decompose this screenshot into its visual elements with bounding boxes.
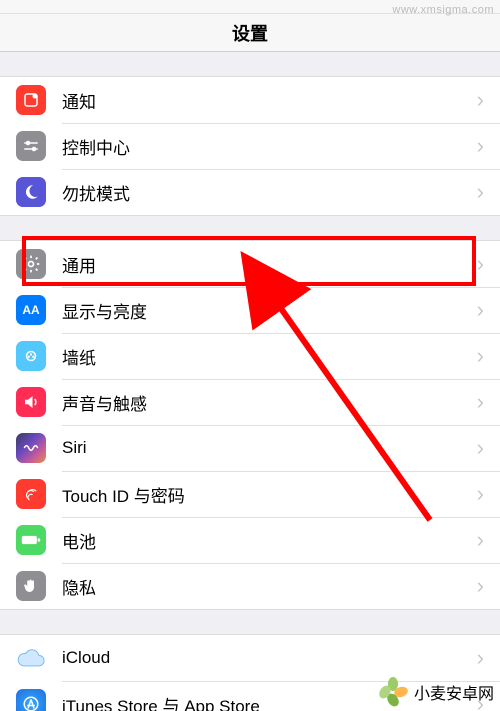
row-battery[interactable]: 电池 › (0, 517, 500, 563)
chevron-right-icon: › (477, 299, 484, 321)
icon-slot (0, 643, 62, 673)
row-label: 控制中心 (62, 134, 477, 159)
watermark-text: 小麦安卓网 (414, 680, 494, 704)
row-dnd[interactable]: 勿扰模式 › (0, 169, 500, 215)
row-touchid[interactable]: Touch ID 与密码 › (0, 471, 500, 517)
row-label: 通知 (62, 88, 477, 113)
row-icloud[interactable]: iCloud › (0, 635, 500, 681)
cloud-icon (16, 643, 46, 673)
gear-icon (16, 249, 46, 279)
icon-slot (0, 341, 62, 371)
chevron-right-icon: › (477, 575, 484, 597)
page-title: 设置 (232, 20, 268, 46)
row-label: 声音与触感 (62, 390, 477, 415)
watermark-logo-icon (378, 677, 408, 707)
chevron-right-icon: › (477, 483, 484, 505)
row-notifications[interactable]: 通知 › (0, 77, 500, 123)
control-center-icon (16, 131, 46, 161)
group-gap (0, 216, 500, 240)
battery-icon (16, 525, 46, 555)
icon-slot (0, 249, 62, 279)
icon-slot (0, 525, 62, 555)
icon-slot (0, 387, 62, 417)
row-label: 显示与亮度 (62, 298, 477, 323)
chevron-right-icon: › (477, 253, 484, 275)
group-gap (0, 610, 500, 634)
row-label: Siri (62, 438, 477, 458)
row-general[interactable]: 通用 › (0, 241, 500, 287)
row-label: 勿扰模式 (62, 180, 477, 205)
fingerprint-icon (16, 479, 46, 509)
watermark-bottom: 小麦安卓网 (378, 677, 494, 707)
row-label: iCloud (62, 648, 477, 668)
row-sound[interactable]: 声音与触感 › (0, 379, 500, 425)
icon-slot (0, 571, 62, 601)
chevron-right-icon: › (477, 181, 484, 203)
chevron-right-icon: › (477, 89, 484, 111)
settings-group-1: 通知 › 控制中心 › 勿扰模式 › (0, 76, 500, 216)
icon-slot (0, 433, 62, 463)
watermark-top: www.xmsigma.com (392, 4, 494, 16)
row-wallpaper[interactable]: 墙纸 › (0, 333, 500, 379)
page-header: 设置 (0, 14, 500, 52)
chevron-right-icon: › (477, 437, 484, 459)
row-control-center[interactable]: 控制中心 › (0, 123, 500, 169)
chevron-right-icon: › (477, 647, 484, 669)
row-label: 电池 (62, 528, 477, 553)
row-label: 墙纸 (62, 344, 477, 369)
icon-slot (0, 85, 62, 115)
row-label: 隐私 (62, 574, 477, 599)
icon-slot: AA (0, 295, 62, 325)
icon-slot (0, 177, 62, 207)
notification-icon (16, 85, 46, 115)
group-gap (0, 52, 500, 76)
hand-icon (16, 571, 46, 601)
row-label: Touch ID 与密码 (62, 482, 477, 507)
moon-icon (16, 177, 46, 207)
chevron-right-icon: › (477, 135, 484, 157)
row-display[interactable]: AA 显示与亮度 › (0, 287, 500, 333)
settings-screen: 设置 通知 › 控制中心 › (0, 0, 500, 711)
settings-group-2: 通用 › AA 显示与亮度 › 墙纸 › 声音 (0, 240, 500, 610)
chevron-right-icon: › (477, 529, 484, 551)
icon-slot (0, 479, 62, 509)
icon-slot (0, 689, 62, 711)
wallpaper-icon (16, 341, 46, 371)
chevron-right-icon: › (477, 345, 484, 367)
chevron-right-icon: › (477, 391, 484, 413)
appstore-icon (16, 689, 46, 711)
row-privacy[interactable]: 隐私 › (0, 563, 500, 609)
text-size-icon: AA (16, 295, 46, 325)
row-siri[interactable]: Siri › (0, 425, 500, 471)
row-label: 通用 (62, 252, 477, 277)
icon-slot (0, 131, 62, 161)
speaker-icon (16, 387, 46, 417)
siri-icon (16, 433, 46, 463)
